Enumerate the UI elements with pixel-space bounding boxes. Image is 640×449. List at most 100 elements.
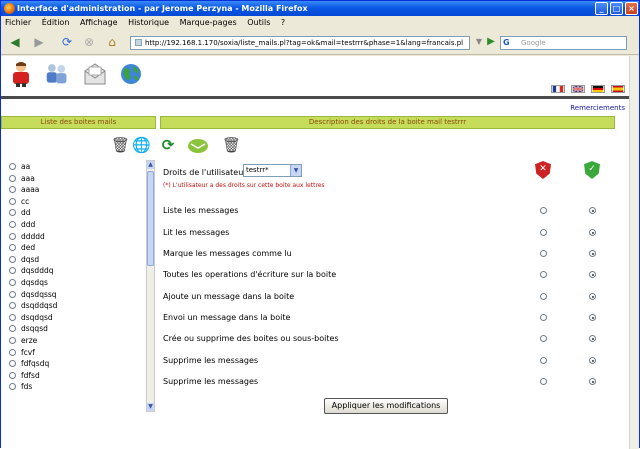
back-arrow-icon[interactable]: ◀	[5, 34, 25, 50]
users-group-icon[interactable]	[45, 61, 69, 87]
mailbox-radio[interactable]	[9, 360, 16, 368]
allow-radio[interactable]	[589, 293, 596, 300]
mailbox-radio[interactable]	[9, 255, 16, 263]
list-item[interactable]: aaa	[6, 173, 154, 185]
deny-radio[interactable]	[540, 335, 547, 342]
list-item[interactable]: fdfsd	[6, 370, 154, 382]
url-bar[interactable]: http://192.168.1.170/soxia/liste_mails.p…	[130, 36, 470, 50]
allow-radio[interactable]	[589, 229, 596, 236]
maximize-button[interactable]: □	[610, 2, 623, 15]
flag-fr-icon[interactable]	[551, 85, 565, 93]
page-scrollbar[interactable]	[629, 56, 639, 449]
chevron-down-icon[interactable]: ▼	[290, 165, 301, 176]
mailbox-radio[interactable]	[9, 163, 16, 170]
scroll-down-icon[interactable]: ▼	[147, 403, 154, 411]
deny-radio[interactable]	[540, 250, 547, 257]
list-item[interactable]: erze	[6, 335, 154, 347]
mailbox-radio[interactable]	[9, 278, 16, 286]
forward-arrow-icon[interactable]: ▶	[29, 34, 49, 50]
reload-icon[interactable]: ⟳	[59, 34, 75, 50]
go-arrow-icon[interactable]: ▶	[485, 34, 497, 50]
menu-historique[interactable]: Historique	[124, 16, 173, 29]
thanks-link[interactable]: Remerciements	[570, 104, 625, 112]
list-item[interactable]: dsqqsd	[6, 323, 154, 335]
deny-radio[interactable]	[540, 207, 547, 214]
mailbox-radio[interactable]	[9, 290, 16, 298]
deny-radio[interactable]	[540, 229, 547, 236]
mailbox-radio[interactable]	[9, 348, 16, 356]
allow-radio[interactable]	[589, 207, 596, 214]
menu-marque-pages[interactable]: Marque-pages	[176, 16, 241, 29]
list-item[interactable]: dqsdqssq	[6, 289, 154, 301]
close-button[interactable]: ×	[625, 2, 638, 15]
allow-radio[interactable]	[589, 271, 596, 278]
list-item[interactable]: ddd	[6, 219, 154, 231]
mailbox-radio[interactable]	[9, 209, 16, 217]
deny-radio[interactable]	[540, 314, 547, 321]
mailbox-radio[interactable]	[9, 197, 16, 205]
list-item[interactable]: aa	[6, 161, 154, 173]
allow-radio[interactable]	[589, 250, 596, 257]
scroll-up-icon[interactable]: ▲	[147, 161, 154, 169]
deny-radio[interactable]	[540, 378, 547, 385]
allow-radio[interactable]	[589, 378, 596, 385]
menu-help[interactable]: ?	[277, 16, 289, 29]
mailbox-list-scrollbar[interactable]: ▲ ▼	[146, 160, 155, 412]
mailbox-radio[interactable]	[9, 232, 16, 240]
list-item[interactable]: dsqdqsd	[6, 312, 154, 324]
list-item[interactable]: aaaa	[6, 184, 154, 196]
list-item[interactable]: ddddd	[6, 231, 154, 243]
list-item[interactable]: fds	[6, 381, 154, 393]
mailbox-radio[interactable]	[9, 325, 16, 333]
home-icon[interactable]: ⌂	[103, 34, 121, 50]
mailbox-icon[interactable]	[83, 61, 107, 87]
mailbox-radio[interactable]	[9, 336, 16, 344]
mailbox-radio[interactable]	[9, 302, 16, 310]
deny-radio[interactable]	[540, 293, 547, 300]
flag-de-icon[interactable]	[591, 85, 605, 93]
menu-fichier[interactable]: Fichier	[1, 16, 35, 29]
list-item[interactable]: ded	[6, 242, 154, 254]
list-item[interactable]: dqsdqs	[6, 277, 154, 289]
mailbox-radio[interactable]	[9, 174, 16, 182]
globe-icon[interactable]: 🌐	[132, 136, 151, 154]
mailbox-radio[interactable]	[9, 220, 16, 228]
deny-radio[interactable]	[540, 357, 547, 364]
mailbox-radio[interactable]	[9, 313, 16, 321]
url-history-dropdown-icon[interactable]: ▼	[473, 34, 485, 50]
apply-changes-button[interactable]: Appliquer les modifications	[324, 398, 448, 414]
mailbox-radio[interactable]	[9, 371, 16, 379]
list-item[interactable]: dqsd	[6, 254, 154, 266]
list-item[interactable]: fdfqsdq	[6, 358, 154, 370]
flag-uk-icon[interactable]	[571, 85, 585, 93]
list-item[interactable]: cc	[6, 196, 154, 208]
minimize-button[interactable]: _	[595, 2, 608, 15]
menu-edition[interactable]: Édition	[38, 16, 74, 29]
mailbox-radio[interactable]	[9, 267, 16, 275]
allow-radio[interactable]	[589, 357, 596, 364]
deny-radio[interactable]	[540, 271, 547, 278]
mailbox-radio[interactable]	[9, 383, 16, 391]
list-item[interactable]: dsqddqsd	[6, 300, 154, 312]
mailbox-radio[interactable]	[9, 186, 16, 194]
list-item[interactable]: dqsdddq	[6, 265, 154, 277]
title-bar[interactable]: Interface d'administration - par Jerome …	[1, 1, 639, 16]
list-item[interactable]: dd	[6, 207, 154, 219]
trash-icon[interactable]: 🗑	[111, 136, 130, 154]
list-item[interactable]: fcvf	[6, 347, 154, 359]
flag-es-icon[interactable]	[611, 85, 625, 93]
allow-radio[interactable]	[589, 335, 596, 342]
refresh-icon[interactable]: ⟳	[159, 136, 177, 154]
globe-network-icon[interactable]	[119, 61, 143, 87]
menu-outils[interactable]: Outils	[243, 16, 274, 29]
delete-icon[interactable]: 🗑	[222, 136, 241, 154]
user-icon[interactable]	[9, 61, 33, 87]
scroll-thumb[interactable]	[147, 171, 154, 266]
search-input[interactable]: G Google	[500, 36, 627, 50]
add-mail-icon[interactable]	[187, 136, 209, 154]
user-select[interactable]: testrr* ▼	[243, 164, 302, 177]
menu-affichage[interactable]: Affichage	[76, 16, 122, 29]
mailbox-radio[interactable]	[9, 244, 16, 252]
stop-icon[interactable]: ⊗	[81, 34, 97, 50]
allow-radio[interactable]	[589, 314, 596, 321]
